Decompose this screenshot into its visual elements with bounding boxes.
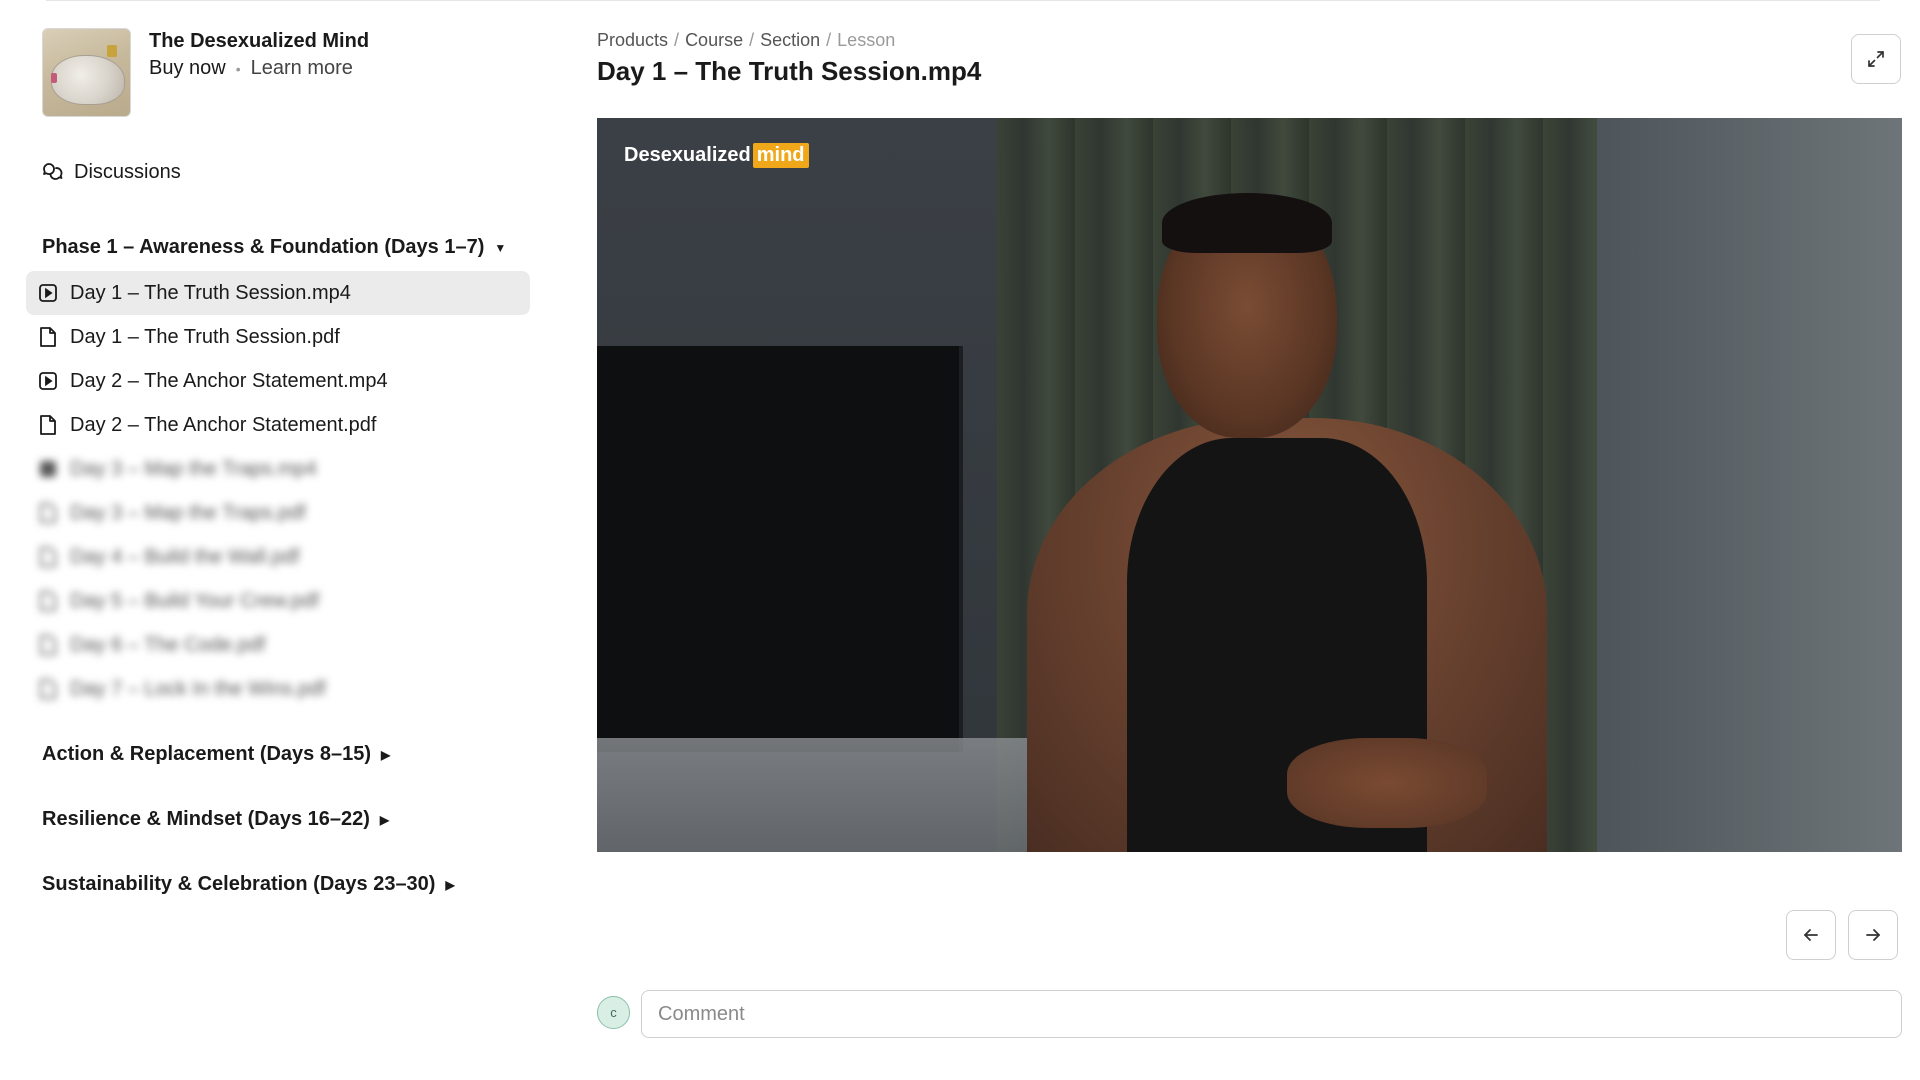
discussions-label: Discussions <box>74 160 181 183</box>
lesson-label: Day 3 – Map the Traps.pdf <box>70 501 306 524</box>
breadcrumb-course[interactable]: Course <box>685 30 743 51</box>
expand-icon <box>1868 51 1884 67</box>
lesson-item[interactable]: Day 1 – The Truth Session.mp4 <box>26 271 530 315</box>
thumbnail-accent <box>107 45 117 57</box>
caret-right-icon: ▶ <box>445 877 455 892</box>
avatar: c <box>597 996 630 1029</box>
document-icon <box>40 327 56 347</box>
lesson-item[interactable]: Day 1 – The Truth Session.pdf <box>26 315 530 359</box>
thumbnail-accent <box>51 73 57 83</box>
document-icon <box>40 679 56 699</box>
brain-illustration <box>51 55 125 105</box>
document-icon <box>40 503 56 523</box>
video-frame-stand <box>597 738 1027 852</box>
course-sidebar: The Desexualized Mind Buy now • Learn mo… <box>0 0 545 1080</box>
caret-down-icon: ▼ <box>494 240 507 255</box>
lesson-item-locked: Day 4 – Build the Wall.pdf <box>26 535 530 579</box>
lesson-item[interactable]: Day 2 – The Anchor Statement.pdf <box>26 403 530 447</box>
phase-2-toggle[interactable]: Action & Replacement (Days 8–15) ▶ <box>42 743 390 766</box>
logo-text: Desexualized <box>624 144 751 166</box>
next-lesson-button[interactable] <box>1848 910 1898 960</box>
breadcrumb-current: Lesson <box>837 30 896 50</box>
product-links: Buy now • Learn more <box>149 57 369 80</box>
video-frame-hand <box>1287 738 1487 828</box>
video-file-icon <box>40 461 56 477</box>
breadcrumb-separator: / <box>749 30 755 50</box>
breadcrumb: Products / Course / Section / Lesson <box>597 30 901 51</box>
breadcrumb-separator: / <box>826 30 832 50</box>
lesson-label: Day 2 – The Anchor Statement.mp4 <box>70 369 388 392</box>
caret-right-icon: ▶ <box>381 747 391 762</box>
video-frame-tv <box>597 346 963 752</box>
document-icon <box>40 635 56 655</box>
learn-more-link[interactable]: Learn more <box>251 57 353 80</box>
product-thumbnail[interactable] <box>42 28 131 117</box>
lesson-label: Day 7 – Lock In the Wins.pdf <box>70 677 326 700</box>
lesson-item-locked: Day 3 – Map the Traps.pdf <box>26 491 530 535</box>
logo-highlight: mind <box>752 143 809 168</box>
fullscreen-button[interactable] <box>1851 34 1901 84</box>
lesson-item[interactable]: Day 2 – The Anchor Statement.mp4 <box>26 359 530 403</box>
lesson-label: Day 1 – The Truth Session.pdf <box>70 325 340 348</box>
lesson-item-locked: Day 7 – Lock In the Wins.pdf <box>26 667 530 711</box>
video-frame-hair <box>1162 193 1332 253</box>
discussions-link[interactable]: Discussions <box>40 160 181 184</box>
lesson-label: Day 2 – The Anchor Statement.pdf <box>70 413 377 436</box>
caret-right-icon: ▶ <box>379 812 390 827</box>
link-separator: • <box>235 60 241 77</box>
lesson-item-locked: Day 3 – Map the Traps.mp4 <box>26 447 530 491</box>
phase-label: Sustainability & Celebration (Days 23–30… <box>42 873 436 895</box>
lesson-item-locked: Day 5 – Build Your Crew.pdf <box>26 579 530 623</box>
breadcrumb-separator: / <box>674 30 680 50</box>
lesson-item-locked: Day 6 – The Code.pdf <box>26 623 530 667</box>
arrow-right-icon <box>1866 929 1880 941</box>
lesson-label: Day 3 – Map the Traps.mp4 <box>70 457 317 480</box>
product-info: The Desexualized Mind Buy now • Learn mo… <box>149 28 369 117</box>
lesson-label: Day 4 – Build the Wall.pdf <box>70 545 300 568</box>
page-title: Day 1 – The Truth Session.mp4 <box>597 56 982 86</box>
phase-label: Resilience & Mindset (Days 16–22) <box>42 808 370 830</box>
lesson-label: Day 1 – The Truth Session.mp4 <box>70 281 351 304</box>
product-title: The Desexualized Mind <box>149 30 370 52</box>
phase-4-toggle[interactable]: Sustainability & Celebration (Days 23–30… <box>42 873 455 896</box>
video-frame-wall <box>1597 118 1902 852</box>
video-file-icon <box>39 284 57 302</box>
phase-1-toggle[interactable]: Phase 1 – Awareness & Foundation (Days 1… <box>42 236 506 259</box>
previous-lesson-button[interactable] <box>1786 910 1836 960</box>
breadcrumb-section[interactable]: Section <box>760 30 820 51</box>
document-icon <box>40 591 56 611</box>
lesson-label: Day 6 – The Code.pdf <box>70 633 266 656</box>
comment-input[interactable] <box>641 990 1902 1038</box>
phase-3-toggle[interactable]: Resilience & Mindset (Days 16–22) ▶ <box>42 808 389 831</box>
phase-label: Action & Replacement (Days 8–15) <box>42 743 372 765</box>
arrow-left-icon <box>1804 929 1818 941</box>
product-header: The Desexualized Mind Buy now • Learn mo… <box>42 28 369 117</box>
buy-now-link[interactable]: Buy now <box>149 57 226 80</box>
document-icon <box>40 547 56 567</box>
video-watermark-logo: Desexualized mind <box>624 143 809 168</box>
lesson-label: Day 5 – Build Your Crew.pdf <box>70 589 320 612</box>
video-player[interactable]: Desexualized mind <box>597 118 1902 852</box>
document-icon <box>40 415 56 435</box>
phase-label: Phase 1 – Awareness & Foundation (Days 1… <box>42 236 485 258</box>
video-file-icon <box>39 372 57 390</box>
breadcrumb-products[interactable]: Products <box>597 30 668 51</box>
chat-bubbles-icon <box>43 163 63 180</box>
